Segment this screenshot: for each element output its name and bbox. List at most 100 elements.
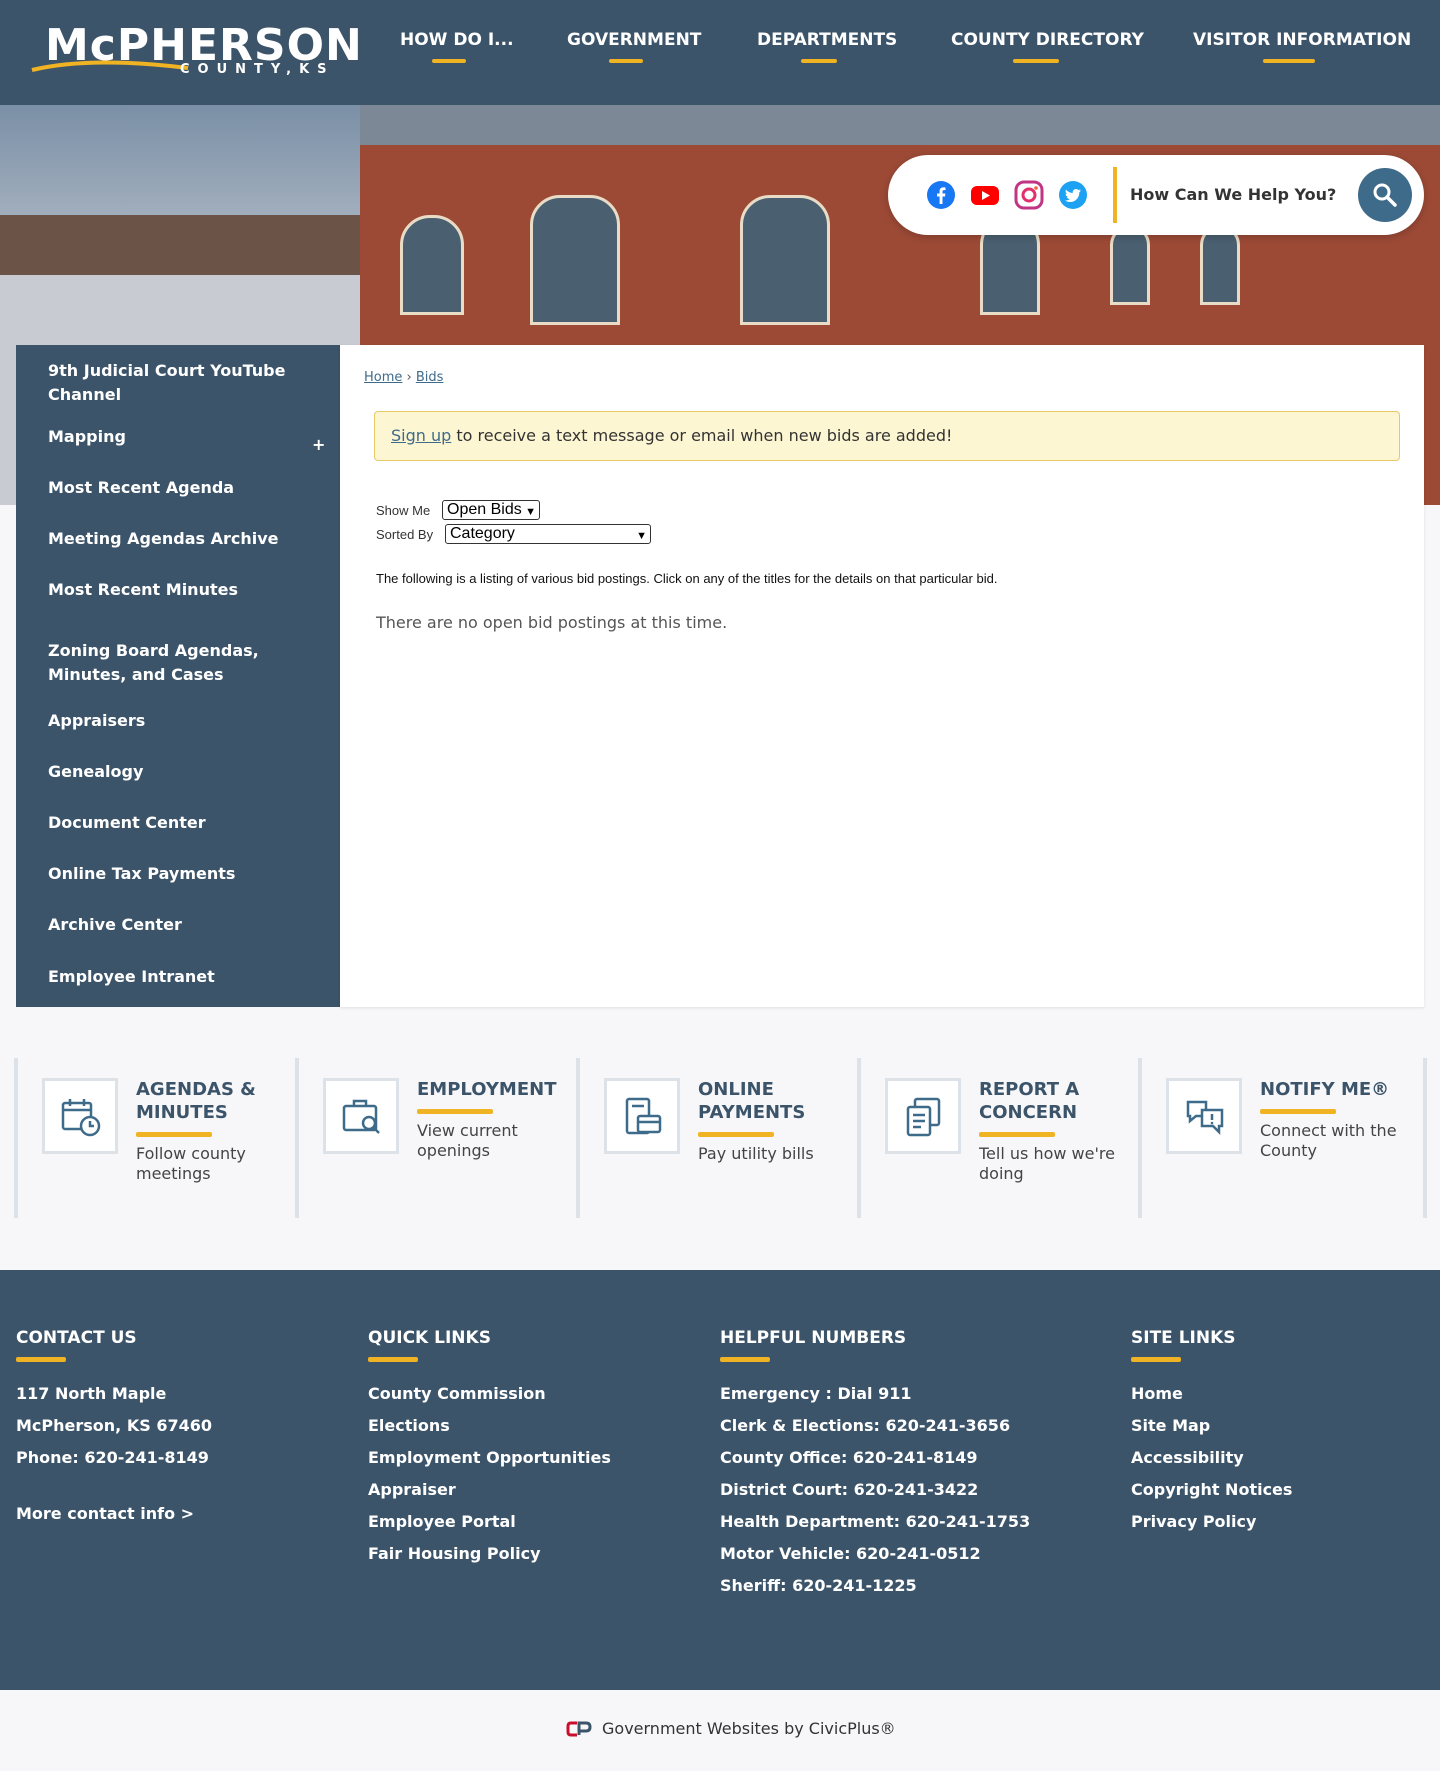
twitter-icon[interactable]: [1058, 180, 1088, 210]
quick-link[interactable]: Elections: [368, 1410, 611, 1442]
hero-window: [740, 195, 830, 325]
footer-helpful-numbers: HELPFUL NUMBERS Emergency : Dial 911 Cle…: [720, 1328, 1030, 1602]
hero-window: [1110, 225, 1150, 305]
tile-accent-bar: [698, 1132, 774, 1137]
tile-description: Tell us how we're doing: [979, 1144, 1115, 1183]
more-contact-link[interactable]: More contact info >: [16, 1498, 212, 1530]
facebook-icon[interactable]: [926, 180, 956, 210]
show-me-select[interactable]: Open Bids ▼: [442, 500, 540, 520]
county-logo[interactable]: McPHERSON COUNTY,KS: [30, 22, 362, 82]
site-link[interactable]: Copyright Notices: [1131, 1474, 1292, 1506]
sidebar-item-zoning-board[interactable]: Zoning Board Agendas, Minutes, and Cases: [48, 639, 288, 687]
instagram-icon[interactable]: [1014, 180, 1044, 210]
nav-visitor-information[interactable]: VISITOR INFORMATION: [1193, 30, 1411, 50]
sidebar-expand-icon[interactable]: +: [312, 435, 325, 454]
sorted-by-label: Sorted By: [376, 527, 434, 542]
main-content: Home › Bids Sign up to receive a text me…: [340, 345, 1424, 1007]
hero-window: [1200, 225, 1240, 305]
sorted-by-select[interactable]: Category ▼: [445, 524, 651, 544]
youtube-icon[interactable]: [970, 180, 1000, 210]
tile-title: REPORT A CONCERN: [979, 1079, 1080, 1123]
tile-employment[interactable]: EMPLOYMENT View current openings: [295, 1058, 576, 1218]
search-button[interactable]: [1358, 168, 1412, 222]
helpful-number: Sheriff: 620-241-1225: [720, 1576, 917, 1595]
nav-county-directory[interactable]: COUNTY DIRECTORY: [951, 30, 1144, 50]
hero-window: [400, 215, 464, 315]
quick-link[interactable]: Employee Portal: [368, 1506, 611, 1538]
tile-description: View current openings: [417, 1121, 518, 1160]
credit-bar: Government Websites by CivicPlus®: [0, 1690, 1440, 1771]
breadcrumb-home[interactable]: Home: [364, 370, 402, 385]
footer-heading: QUICK LINKS: [368, 1328, 491, 1348]
nav-underline: [432, 59, 466, 63]
search-divider: [1113, 167, 1117, 223]
sidebar-item-genealogy[interactable]: Genealogy: [48, 760, 308, 784]
sidebar-item-mapping[interactable]: Mapping: [48, 425, 308, 449]
quick-link[interactable]: Employment Opportunities: [368, 1442, 611, 1474]
tile-notify-me[interactable]: NOTIFY ME® Connect with the County: [1138, 1058, 1427, 1218]
signup-link[interactable]: Sign up: [391, 426, 451, 445]
nav-underline: [609, 59, 643, 63]
nav-underline: [1263, 59, 1315, 63]
tile-agendas-minutes[interactable]: AGENDAS & MINUTES Follow county meetings: [14, 1058, 295, 1218]
search-input[interactable]: How Can We Help You?: [1130, 185, 1336, 204]
site-footer: CONTACT US 117 North Maple McPherson, KS…: [0, 1270, 1440, 1690]
breadcrumb: Home › Bids: [364, 370, 443, 385]
footer-heading: CONTACT US: [16, 1328, 137, 1348]
footer-contact: CONTACT US 117 North Maple McPherson, KS…: [16, 1328, 212, 1530]
helpful-number: Motor Vehicle: 620-241-0512: [720, 1544, 981, 1563]
tile-accent-bar: [979, 1132, 1055, 1137]
calendar-clock-icon: [42, 1078, 118, 1154]
sidebar-item-recent-minutes[interactable]: Most Recent Minutes: [48, 578, 308, 602]
search-icon: [1373, 183, 1397, 207]
tile-online-payments[interactable]: ONLINE PAYMENTS Pay utility bills: [576, 1058, 857, 1218]
sidebar-item-archive-center[interactable]: Archive Center: [48, 913, 308, 937]
chevron-down-icon: ▼: [525, 506, 536, 518]
tile-accent-bar: [1260, 1109, 1336, 1114]
tile-report-concern[interactable]: REPORT A CONCERN Tell us how we're doing: [857, 1058, 1138, 1218]
notify-chat-icon: [1166, 1078, 1242, 1154]
tile-title: EMPLOYMENT: [417, 1079, 557, 1100]
footer-heading: SITE LINKS: [1131, 1328, 1236, 1348]
sidebar-item-employee-intranet[interactable]: Employee Intranet: [48, 965, 308, 989]
site-link[interactable]: Privacy Policy: [1131, 1506, 1292, 1538]
alert-message: to receive a text message or email when …: [451, 426, 953, 445]
site-link[interactable]: Site Map: [1131, 1410, 1292, 1442]
contact-address: 117 North Maple: [16, 1384, 167, 1403]
sidebar-item-appraisers[interactable]: Appraisers: [48, 709, 308, 733]
payment-terminal-icon: [604, 1078, 680, 1154]
helpful-number: County Office: 620-241-8149: [720, 1448, 978, 1467]
quick-link[interactable]: Appraiser: [368, 1474, 611, 1506]
quick-link[interactable]: Fair Housing Policy: [368, 1538, 611, 1570]
sidebar-item-agendas-archive[interactable]: Meeting Agendas Archive: [48, 527, 308, 551]
site-link[interactable]: Home: [1131, 1378, 1292, 1410]
helpful-number: Health Department: 620-241-1753: [720, 1512, 1031, 1531]
tile-description: Connect with the County: [1260, 1121, 1397, 1160]
footer-accent-bar: [368, 1357, 418, 1362]
nav-departments[interactable]: DEPARTMENTS: [757, 30, 897, 50]
hero-window: [530, 195, 620, 325]
breadcrumb-bids[interactable]: Bids: [416, 370, 444, 385]
sidebar-nav: 9th Judicial Court YouTube Channel Mappi…: [16, 345, 340, 1007]
civicplus-logo-icon[interactable]: [566, 1720, 592, 1738]
sidebar-item-recent-agenda[interactable]: Most Recent Agenda: [48, 476, 308, 500]
footer-site-links: SITE LINKS Home Site Map Accessibility C…: [1131, 1328, 1292, 1538]
nav-how-do-i[interactable]: HOW DO I...: [400, 30, 514, 50]
sorted-by-value: Category: [450, 525, 515, 542]
briefcase-search-icon: [323, 1078, 399, 1154]
helpful-number: District Court: 620-241-3422: [720, 1480, 979, 1499]
sidebar-item-document-center[interactable]: Document Center: [48, 811, 308, 835]
sidebar-item-online-tax[interactable]: Online Tax Payments: [48, 862, 308, 886]
chevron-down-icon: ▼: [636, 530, 647, 542]
quick-link[interactable]: County Commission: [368, 1378, 611, 1410]
tile-title: AGENDAS & MINUTES: [136, 1079, 256, 1123]
sidebar-item-judicial-youtube[interactable]: 9th Judicial Court YouTube Channel: [48, 359, 308, 407]
footer-accent-bar: [1131, 1357, 1181, 1362]
civicplus-credit-link[interactable]: Government Websites by CivicPlus®: [602, 1719, 896, 1738]
report-document-icon: [885, 1078, 961, 1154]
nav-government[interactable]: GOVERNMENT: [567, 30, 701, 50]
site-link[interactable]: Accessibility: [1131, 1442, 1292, 1474]
tile-description: Follow county meetings: [136, 1144, 246, 1183]
tile-title: NOTIFY ME®: [1260, 1079, 1390, 1100]
contact-phone: Phone: 620-241-8149: [16, 1448, 209, 1467]
